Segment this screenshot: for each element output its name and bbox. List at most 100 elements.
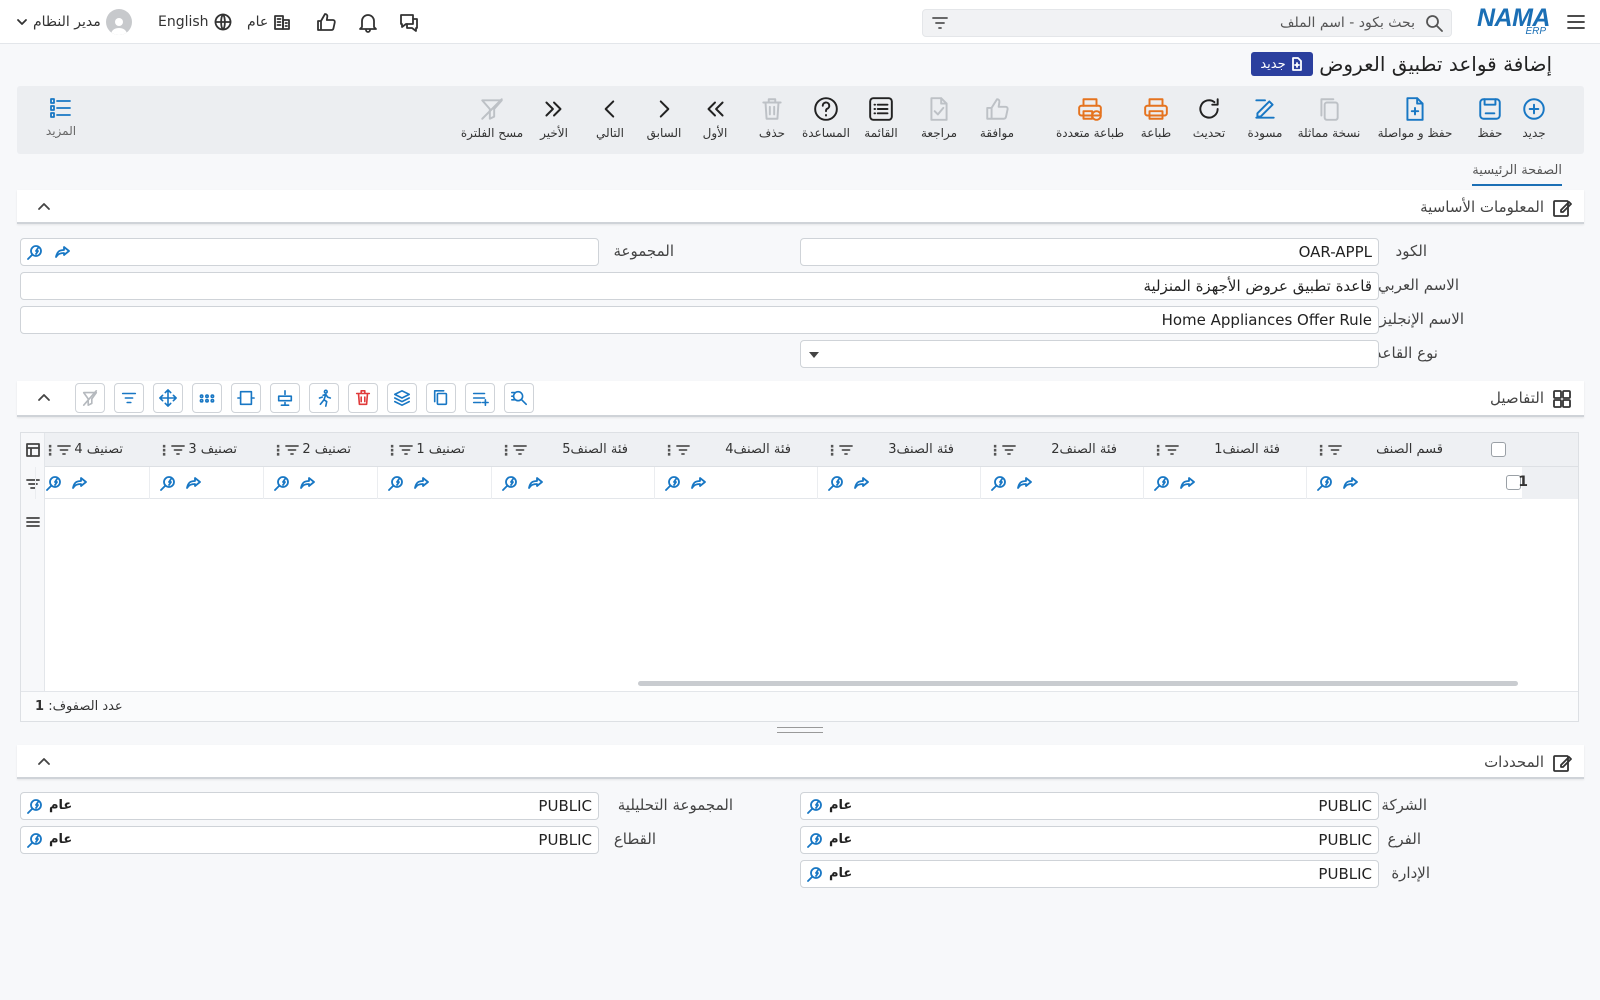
grid-cell[interactable]: [1306, 467, 1469, 499]
column-filter-icon[interactable]: [676, 444, 690, 456]
code-field[interactable]: OAR-APPL: [800, 238, 1379, 266]
column-menu-icon[interactable]: ⋮: [988, 443, 1002, 459]
lookup-search-icon[interactable]: [502, 475, 518, 491]
multi-printer-button[interactable]: طباعة متعددة: [1040, 86, 1140, 154]
lookup-search-icon[interactable]: [27, 832, 43, 848]
file-plus-button[interactable]: حفظ و مواصلة: [1376, 86, 1454, 154]
prev-button[interactable]: السابق: [642, 86, 686, 154]
insert-row-button[interactable]: [270, 383, 300, 413]
column-menu-icon[interactable]: ⋮: [271, 443, 285, 459]
last-button[interactable]: الأخير: [532, 86, 576, 154]
delete-row-button[interactable]: [348, 383, 378, 413]
layers-button[interactable]: [387, 383, 417, 413]
lookup-search-icon[interactable]: [1154, 475, 1170, 491]
first-button[interactable]: الأول: [695, 86, 735, 154]
column-menu-icon[interactable]: ⋮: [1314, 443, 1328, 459]
share-icon[interactable]: [691, 476, 707, 490]
grid-cell[interactable]: [149, 467, 263, 499]
share-icon[interactable]: [72, 476, 88, 490]
share-icon[interactable]: [1343, 476, 1359, 490]
chevron-up-icon[interactable]: [37, 391, 51, 405]
grid-cell[interactable]: [491, 467, 654, 499]
share-icon[interactable]: [854, 476, 870, 490]
grid-cell[interactable]: [35, 467, 149, 499]
table-row[interactable]: 1: [35, 467, 1578, 499]
grid-column-header[interactable]: فئة الصنف1 ⋮: [1143, 433, 1306, 467]
next-button[interactable]: التالي: [588, 86, 632, 154]
grid-search-button[interactable]: [504, 383, 534, 413]
file-check-button[interactable]: مراجعة: [918, 86, 960, 154]
filter-lines-button[interactable]: [114, 383, 144, 413]
plus-circle-button[interactable]: جديد: [1518, 86, 1550, 154]
filter-icon[interactable]: [931, 15, 949, 31]
column-menu-icon[interactable]: ⋮: [499, 443, 513, 459]
column-menu-icon[interactable]: ⋮: [157, 443, 171, 459]
grid-column-header[interactable]: تصنيف 4 ⋮: [35, 433, 149, 467]
rule-type-select[interactable]: [800, 340, 1379, 368]
grid-cell[interactable]: [1143, 467, 1306, 499]
company-field[interactable]: PUBLIC عام: [800, 792, 1379, 820]
grid-cell[interactable]: [654, 467, 817, 499]
column-menu-icon[interactable]: ⋮: [825, 443, 839, 459]
save-button[interactable]: حفظ: [1470, 86, 1510, 154]
bell-icon[interactable]: [357, 10, 379, 34]
share-icon[interactable]: [186, 476, 202, 490]
language-switch[interactable]: English: [158, 10, 232, 34]
grid-cell[interactable]: [817, 467, 980, 499]
group-field[interactable]: [20, 238, 599, 266]
lookup-search-icon[interactable]: [27, 244, 43, 260]
clear-filter-button[interactable]: مسح الفلترة: [451, 86, 533, 154]
share-icon[interactable]: [528, 476, 544, 490]
trash-button[interactable]: حذف: [755, 86, 789, 154]
lookup-search-icon[interactable]: [807, 866, 823, 882]
department-field[interactable]: PUBLIC عام: [800, 860, 1379, 888]
select-all-checkbox[interactable]: [1491, 442, 1506, 457]
edit-draft-button[interactable]: مسودة: [1244, 86, 1286, 154]
nama-logo[interactable]: NAMA ERP: [1470, 4, 1551, 38]
grid-cell[interactable]: [377, 467, 491, 499]
column-filter-icon[interactable]: [839, 444, 853, 456]
column-filter-icon[interactable]: [399, 444, 413, 456]
share-icon[interactable]: [1180, 476, 1196, 490]
branch-field[interactable]: PUBLIC عام: [800, 826, 1379, 854]
share-icon[interactable]: [1017, 476, 1033, 490]
share-icon[interactable]: [55, 245, 71, 259]
grid-column-header[interactable]: فئة الصنف4 ⋮: [654, 433, 817, 467]
grid-column-header[interactable]: تصنيف 1 ⋮: [377, 433, 491, 467]
lookup-search-icon[interactable]: [388, 475, 404, 491]
chat-icon[interactable]: [398, 10, 420, 34]
resize-handle[interactable]: [777, 727, 823, 733]
lookup-search-icon[interactable]: [274, 475, 290, 491]
column-filter-icon[interactable]: [513, 444, 527, 456]
lookup-search-icon[interactable]: [160, 475, 176, 491]
grid-column-header[interactable]: تصنيف 3 ⋮: [149, 433, 263, 467]
analytic-group-field[interactable]: PUBLIC عام: [20, 792, 599, 820]
search-box[interactable]: [922, 9, 1452, 37]
lookup-search-icon[interactable]: [807, 798, 823, 814]
english-name-field[interactable]: Home Appliances Offer Rule: [20, 306, 1379, 334]
column-menu-icon[interactable]: ⋮: [1151, 443, 1165, 459]
tab-main-page[interactable]: الصفحة الرئيسية: [1472, 163, 1562, 186]
like-icon[interactable]: [315, 10, 337, 34]
more-button[interactable]: المزيد: [31, 86, 91, 154]
clear-filter-button[interactable]: [75, 383, 105, 413]
column-filter-icon[interactable]: [1328, 444, 1342, 456]
column-filter-icon[interactable]: [57, 444, 71, 456]
fit-columns-button[interactable]: [231, 383, 261, 413]
column-filter-icon[interactable]: [1165, 444, 1179, 456]
user-menu[interactable]: مدير النظام: [16, 9, 132, 35]
lookup-search-icon[interactable]: [828, 475, 844, 491]
list-button[interactable]: القائمة: [860, 86, 902, 154]
share-icon[interactable]: [414, 476, 430, 490]
add-rows-button[interactable]: [465, 383, 495, 413]
column-menu-icon[interactable]: ⋮: [43, 443, 57, 459]
chevron-up-icon[interactable]: [37, 200, 51, 214]
lookup-search-icon[interactable]: [1317, 475, 1333, 491]
lookup-search-icon[interactable]: [991, 475, 1007, 491]
menu-icon[interactable]: [1566, 12, 1586, 32]
grid-cell[interactable]: [263, 467, 377, 499]
column-filter-icon[interactable]: [1002, 444, 1016, 456]
arabic-name-field[interactable]: قاعدة تطبيق عروض الأجهزة المنزلية: [20, 272, 1379, 300]
column-filter-icon[interactable]: [285, 444, 299, 456]
grid-column-header[interactable]: فئة الصنف3 ⋮: [817, 433, 980, 467]
